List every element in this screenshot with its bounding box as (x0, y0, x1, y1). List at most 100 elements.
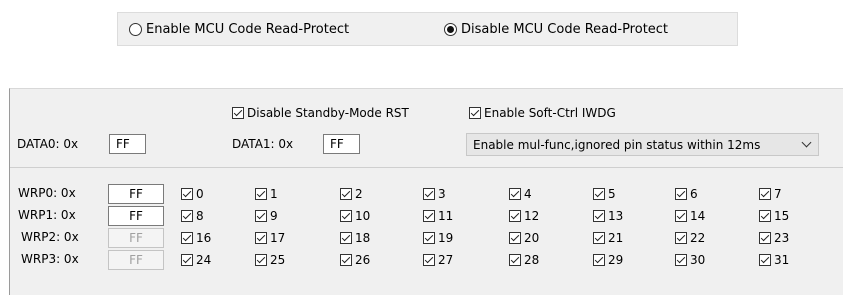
wrp-bit-label: 21 (608, 231, 624, 245)
check-icon (423, 188, 435, 200)
wrp-bit-checkbox[interactable]: 0 (181, 187, 204, 201)
data0-value: FF (116, 137, 130, 151)
wrp-bit-checkbox[interactable]: 11 (423, 209, 453, 223)
check-icon (759, 188, 771, 200)
wrp-bit-checkbox[interactable]: 12 (509, 209, 539, 223)
wrp-label: WRP2: 0x (21, 230, 79, 244)
wrp-bit-label: 25 (270, 253, 286, 267)
data1-value: FF (330, 137, 344, 151)
wrp-bit-checkbox[interactable]: 15 (759, 209, 789, 223)
wrp-bit-checkbox[interactable]: 20 (509, 231, 539, 245)
wrp-bit-checkbox[interactable]: 3 (423, 187, 446, 201)
check-icon (759, 232, 771, 244)
wrp-bit-checkbox[interactable]: 28 (509, 253, 539, 267)
wrp-label: WRP1: 0x (18, 208, 76, 222)
wrp-bit-label: 7 (774, 187, 782, 201)
wrp-bit-checkbox[interactable]: 18 (340, 231, 370, 245)
wrp-bit-checkbox[interactable]: 14 (675, 209, 705, 223)
wrp-bit-label: 4 (524, 187, 532, 201)
check-icon (232, 107, 244, 119)
wrp-label: WRP3: 0x (21, 252, 79, 266)
wrp-bit-checkbox[interactable]: 1 (255, 187, 278, 201)
radio-selected-icon (444, 23, 457, 36)
wrp-bit-checkbox[interactable]: 21 (593, 231, 623, 245)
standby-rst-checkbox[interactable]: Disable Standby-Mode RST (232, 106, 409, 120)
check-icon (593, 254, 605, 266)
wrp-bit-label: 26 (355, 253, 371, 267)
check-icon (255, 210, 267, 222)
check-icon (181, 210, 193, 222)
wrp-bit-label: 0 (196, 187, 204, 201)
wrp-bit-checkbox[interactable]: 30 (675, 253, 705, 267)
wrp-bit-checkbox[interactable]: 4 (509, 187, 532, 201)
check-icon (675, 232, 687, 244)
wrp-bit-checkbox[interactable]: 5 (593, 187, 616, 201)
check-icon (423, 254, 435, 266)
wrp-bit-checkbox[interactable]: 27 (423, 253, 453, 267)
wrp-bit-label: 13 (608, 209, 624, 223)
check-icon (340, 188, 352, 200)
check-icon (759, 210, 771, 222)
iwdg-mode-select[interactable]: Enable mul-func,ignored pin status withi… (466, 133, 819, 156)
wrp-bit-checkbox[interactable]: 23 (759, 231, 789, 245)
wrp-bit-checkbox[interactable]: 19 (423, 231, 453, 245)
check-icon (340, 232, 352, 244)
wrp-bit-checkbox[interactable]: 8 (181, 209, 204, 223)
wrp-bit-checkbox[interactable]: 22 (675, 231, 705, 245)
wrp-hex-input: FF (108, 228, 164, 248)
disable-read-protect-radio[interactable]: Disable MCU Code Read-Protect (444, 22, 668, 37)
wrp-bit-label: 12 (524, 209, 540, 223)
wrp-bit-checkbox[interactable]: 16 (181, 231, 211, 245)
wrp-bit-checkbox[interactable]: 31 (759, 253, 789, 267)
data1-label: DATA1: 0x (232, 137, 294, 151)
wrp-bit-label: 17 (270, 231, 286, 245)
check-icon (593, 232, 605, 244)
read-protect-group: Enable MCU Code Read-Protect Disable MCU… (117, 12, 738, 46)
wrp-bit-label: 11 (438, 209, 454, 223)
check-icon (593, 210, 605, 222)
disable-read-protect-label: Disable MCU Code Read-Protect (461, 22, 669, 37)
wrp-label: WRP0: 0x (18, 186, 76, 200)
wrp-hex-value: FF (129, 253, 143, 267)
wrp-bit-checkbox[interactable]: 26 (340, 253, 370, 267)
soft-ctrl-iwdg-checkbox[interactable]: Enable Soft-Ctrl IWDG (469, 106, 616, 120)
wrp-bit-label: 23 (774, 231, 790, 245)
wrp-hex-input[interactable]: FF (108, 184, 164, 204)
wrp-bit-checkbox[interactable]: 13 (593, 209, 623, 223)
wrp-bit-label: 14 (690, 209, 706, 223)
check-icon (255, 232, 267, 244)
wrp-bit-checkbox[interactable]: 6 (675, 187, 698, 201)
check-icon (509, 188, 521, 200)
check-icon (509, 232, 521, 244)
check-icon (181, 188, 193, 200)
wrp-bit-checkbox[interactable]: 24 (181, 253, 211, 267)
wrp-bit-label: 28 (524, 253, 540, 267)
data1-input[interactable]: FF (323, 134, 360, 154)
wrp-bit-label: 3 (438, 187, 446, 201)
check-icon (675, 210, 687, 222)
wrp-bit-checkbox[interactable]: 17 (255, 231, 285, 245)
wrp-bit-checkbox[interactable]: 2 (340, 187, 363, 201)
check-icon (181, 232, 193, 244)
wrp-bit-checkbox[interactable]: 25 (255, 253, 285, 267)
check-icon (593, 188, 605, 200)
check-icon (181, 254, 193, 266)
wrp-bit-checkbox[interactable]: 9 (255, 209, 278, 223)
wrp-bit-label: 16 (196, 231, 212, 245)
check-icon (509, 254, 521, 266)
check-icon (255, 254, 267, 266)
wrp-bit-checkbox[interactable]: 7 (759, 187, 782, 201)
data0-input[interactable]: FF (109, 134, 146, 154)
wrp-hex-input[interactable]: FF (108, 206, 164, 226)
check-icon (675, 254, 687, 266)
wrp-bit-label: 15 (774, 209, 790, 223)
wrp-bit-label: 24 (196, 253, 212, 267)
wrp-bit-label: 20 (524, 231, 540, 245)
chevron-down-icon (801, 137, 812, 148)
check-icon (423, 232, 435, 244)
wrp-bit-label: 8 (196, 209, 204, 223)
enable-read-protect-radio[interactable]: Enable MCU Code Read-Protect (129, 22, 349, 37)
wrp-bit-label: 10 (355, 209, 371, 223)
wrp-bit-checkbox[interactable]: 10 (340, 209, 370, 223)
wrp-bit-checkbox[interactable]: 29 (593, 253, 623, 267)
